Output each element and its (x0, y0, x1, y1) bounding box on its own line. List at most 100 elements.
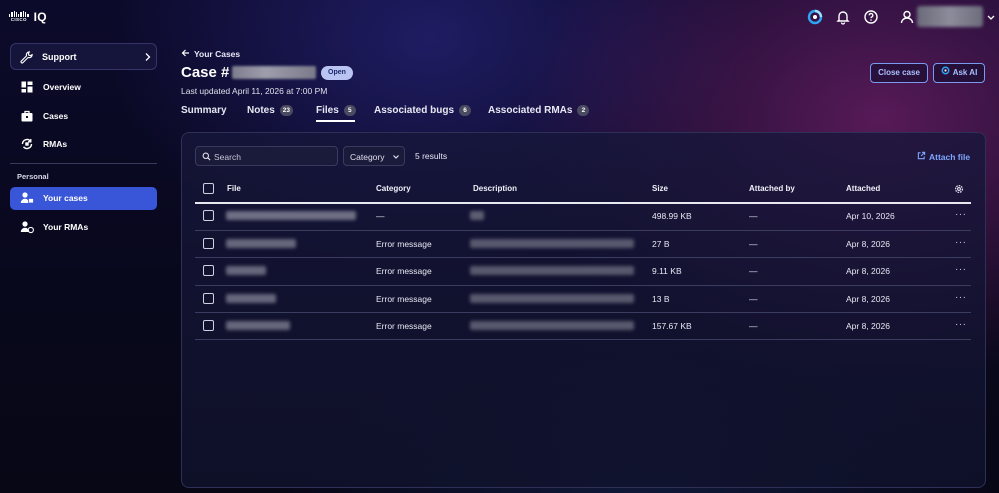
description-redacted (470, 211, 484, 220)
sidebar-item-cases[interactable]: Cases (10, 105, 157, 128)
column-header-description[interactable]: Description (473, 184, 517, 193)
cisco-iq-logo[interactable]: CISCO IQ (9, 10, 47, 24)
ai-assistant-icon[interactable] (807, 9, 823, 25)
tab-label: Notes (247, 105, 275, 116)
page-title: Case # (181, 64, 230, 81)
row-size: 157.67 KB (652, 321, 692, 331)
column-header-attached-by[interactable]: Attached by (749, 184, 795, 193)
sidebar-item-your-cases[interactable]: Your cases (10, 187, 157, 210)
tab-associated-bugs[interactable]: Associated bugs 6 (374, 105, 472, 116)
top-bar: CISCO IQ (0, 0, 999, 34)
row-category: Error message (376, 266, 432, 276)
row-divider (195, 230, 971, 231)
row-attached-date: Apr 8, 2026 (846, 321, 890, 331)
row-more-options-icon[interactable]: ··· (955, 319, 967, 330)
row-checkbox[interactable] (203, 238, 214, 249)
sidebar-item-label: Your cases (43, 193, 88, 203)
external-attach-icon (917, 151, 926, 162)
row-size: 27 B (652, 239, 670, 249)
row-more-options-icon[interactable]: ··· (955, 237, 967, 248)
tab-files[interactable]: Files 5 (316, 105, 356, 116)
row-divider (195, 257, 971, 258)
column-settings-gear-icon[interactable] (954, 184, 964, 196)
support-menu-button[interactable]: Support (10, 43, 157, 70)
row-attached-date: Apr 10, 2026 (846, 211, 895, 221)
active-tab-indicator (316, 120, 355, 122)
file-name-redacted[interactable] (226, 239, 296, 248)
chevron-down-icon (392, 153, 400, 163)
ask-ai-button[interactable]: Ask AI (933, 63, 985, 83)
tab-count-badge: 2 (577, 105, 590, 116)
column-header-category[interactable]: Category (376, 184, 411, 193)
tab-associated-rmas[interactable]: Associated RMAs 2 (488, 105, 590, 116)
chevron-down-icon[interactable] (986, 9, 996, 25)
tab-count-badge: 5 (343, 105, 356, 116)
help-icon[interactable] (863, 9, 879, 25)
category-filter-label: Category (350, 152, 385, 162)
file-name-redacted[interactable] (226, 211, 356, 220)
row-more-options-icon[interactable]: ··· (955, 264, 967, 275)
file-name-redacted[interactable] (226, 294, 276, 303)
back-label: Your Cases (194, 49, 241, 59)
sidebar-item-rmas[interactable]: RMAs (10, 133, 157, 156)
row-more-options-icon[interactable]: ··· (955, 292, 967, 303)
row-checkbox[interactable] (203, 210, 214, 221)
column-header-file[interactable]: File (227, 184, 241, 193)
wrench-icon (19, 50, 34, 67)
row-category: — (376, 211, 385, 221)
close-case-label: Close case (878, 68, 920, 77)
row-attached-by: — (749, 266, 758, 276)
file-name-redacted[interactable] (226, 266, 266, 275)
sidebar-divider (10, 163, 157, 164)
case-number-redacted (232, 66, 316, 79)
sidebar-item-your-rmas[interactable]: Your RMAs (10, 216, 157, 239)
category-filter-dropdown[interactable]: Category (343, 146, 405, 166)
tab-label: Associated bugs (374, 105, 455, 116)
row-category: Error message (376, 321, 432, 331)
last-updated-text: Last updated April 11, 2026 at 7:00 PM (181, 86, 328, 96)
column-header-size[interactable]: Size (652, 184, 668, 193)
rma-icon (20, 137, 34, 151)
row-attached-by: — (749, 239, 758, 249)
description-redacted (470, 294, 634, 303)
row-checkbox[interactable] (203, 320, 214, 331)
status-badge: Open (321, 66, 353, 80)
dashboard-icon (20, 80, 34, 94)
row-attached-date: Apr 8, 2026 (846, 294, 890, 304)
support-label: Support (42, 52, 77, 62)
description-redacted (470, 239, 634, 248)
back-to-your-cases-link[interactable]: Your Cases (181, 49, 240, 59)
row-checkbox[interactable] (203, 265, 214, 276)
tab-count-badge: 23 (279, 105, 294, 116)
ai-assistant-icon (941, 64, 950, 82)
cisco-logo-icon: CISCO (9, 11, 29, 23)
row-checkbox[interactable] (203, 293, 214, 304)
sidebar-item-label: RMAs (43, 139, 68, 149)
select-all-checkbox[interactable] (203, 183, 214, 194)
personal-section-label: Personal (17, 172, 49, 181)
brand-wordmark: CISCO (10, 17, 27, 23)
row-attached-by: — (749, 321, 758, 331)
user-icon[interactable] (899, 9, 915, 25)
user-cases-icon (20, 191, 34, 205)
sidebar-item-label: Overview (43, 82, 81, 92)
chevron-right-icon (144, 52, 152, 64)
sidebar-item-overview[interactable]: Overview (10, 76, 157, 99)
row-divider (195, 339, 971, 340)
tab-label: Files (316, 105, 339, 116)
tab-summary[interactable]: Summary (181, 105, 227, 116)
column-header-attached[interactable]: Attached (846, 184, 880, 193)
close-case-button[interactable]: Close case (870, 63, 928, 83)
sidebar-item-label: Your RMAs (43, 222, 89, 232)
row-attached-date: Apr 8, 2026 (846, 266, 890, 276)
search-input[interactable]: Search (195, 146, 338, 166)
file-name-redacted[interactable] (226, 321, 290, 330)
row-category: Error message (376, 294, 432, 304)
sidebar-item-label: Cases (43, 111, 69, 121)
bell-icon[interactable] (835, 9, 851, 25)
row-more-options-icon[interactable]: ··· (955, 209, 967, 220)
attach-file-button[interactable]: Attach file (917, 151, 970, 162)
tab-notes[interactable]: Notes 23 (247, 105, 294, 116)
row-size: 13 B (652, 294, 670, 304)
user-name-redacted[interactable] (917, 6, 983, 27)
